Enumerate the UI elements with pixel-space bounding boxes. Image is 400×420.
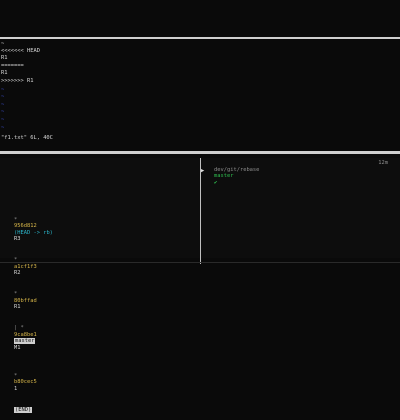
clean-check-icon: ✔: [213, 179, 218, 186]
pager-end-marker: (END): [13, 406, 33, 413]
prompt-elapsed-time: 12m: [378, 160, 388, 166]
log-entry: * b80cec5 1: [1, 366, 199, 399]
editor-line: ~: [1, 41, 5, 47]
commit-message: M1: [13, 344, 21, 351]
pane-divider[interactable]: [0, 151, 400, 154]
graph-bullet: *: [13, 372, 18, 379]
commit-message: R3: [13, 236, 21, 243]
editor-line: >>>>>>> R1: [1, 77, 34, 84]
tilde-marker: ~: [1, 94, 5, 101]
commit-hash: 80bffad: [13, 297, 37, 304]
editor-top-border: [0, 37, 400, 39]
editor-line: =======: [1, 62, 24, 69]
commit-hash: b80cec5: [13, 379, 37, 386]
commit-message: R1: [13, 304, 21, 311]
log-entry: * 80bffad R1: [1, 285, 199, 318]
tilde-marker: ~: [1, 86, 5, 93]
commit-message: R2: [13, 270, 21, 277]
git-log-pane[interactable]: * 956d812 (HEAD -> rb) R3 * a1cf1f3 R2 *…: [1, 210, 199, 420]
prompt-branch: master: [213, 173, 234, 180]
bottom-border: [0, 262, 400, 263]
tilde-marker: ~: [1, 109, 5, 116]
tilde-marker: ~: [1, 124, 5, 131]
ref-label: (HEAD -> rb): [13, 229, 53, 236]
editor-line: <<<<<<< HEAD: [1, 47, 40, 54]
graph-bullet: *: [13, 216, 18, 223]
commit-hash: 956d812: [13, 223, 37, 230]
log-entry: | * 9ca8be1 master M1: [1, 319, 199, 359]
prompt-cursor-icon[interactable]: ▶: [201, 168, 204, 175]
prompt-line: dev/git/rebase master ✔: [201, 160, 259, 193]
editor-status-line: "f1.txt" 6L, 40C: [1, 135, 53, 141]
editor-line: R1: [1, 70, 8, 77]
log-entry: * 956d812 (HEAD -> rb) R3: [1, 210, 199, 250]
commit-message: 1: [13, 385, 18, 392]
editor-line: R1: [1, 55, 8, 62]
ref-label-highlighted: master: [13, 338, 36, 345]
editor-pane[interactable]: ~ <<<<<<< HEAD R1 ======= R1 >>>>>>> R1 …: [1, 41, 399, 131]
prompt-path: dev/git/rebase: [213, 166, 260, 173]
log-entry: * a1cf1f3 R2: [1, 251, 199, 284]
graph-bullet: *: [13, 291, 18, 298]
graph-bullet: | *: [13, 325, 24, 332]
commit-hash: 9ca8be1: [13, 331, 37, 338]
commit-hash: a1cf1f3: [13, 263, 37, 270]
shell-pane[interactable]: dev/git/rebase master ✔ 12m ▶: [201, 160, 399, 256]
tilde-marker: ~: [1, 101, 5, 108]
tilde-marker: ~: [1, 116, 5, 123]
